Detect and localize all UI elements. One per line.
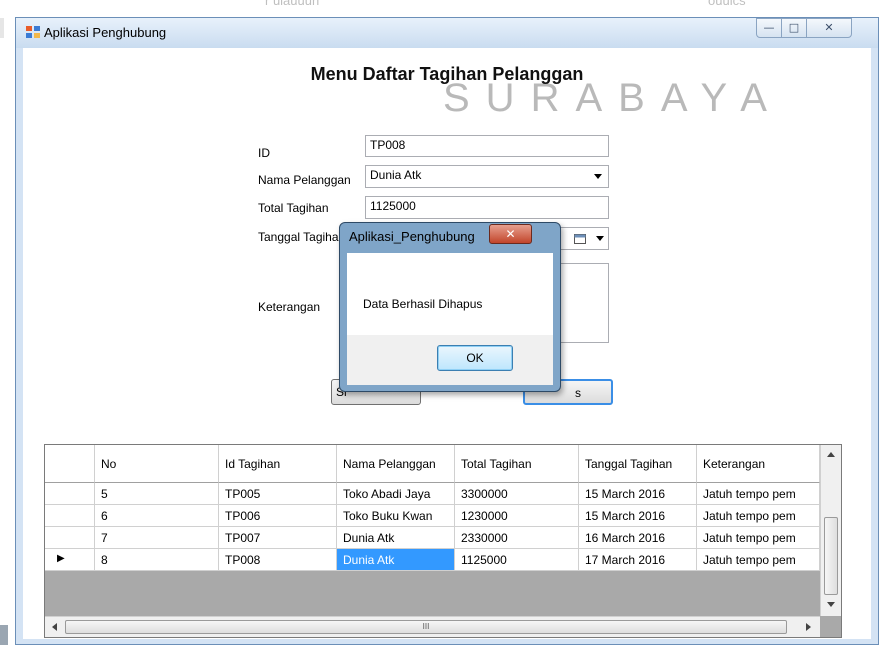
cell-id-tagihan[interactable]: TP005 xyxy=(219,483,337,505)
column-header-nama-pelanggan[interactable]: Nama Pelanggan xyxy=(337,445,455,483)
nama-pelanggan-value: Dunia Atk xyxy=(370,168,422,182)
chevron-down-icon[interactable] xyxy=(594,174,602,179)
cell-nama-pelanggan[interactable]: Toko Abadi Jaya xyxy=(337,483,455,505)
cell-keterangan[interactable]: Jatuh tempo pem xyxy=(697,549,820,571)
nama-pelanggan-combo[interactable]: Dunia Atk xyxy=(365,165,609,188)
close-button[interactable]: ✕ xyxy=(806,18,852,38)
scroll-up-icon[interactable] xyxy=(827,451,835,457)
cell-nama-pelanggan[interactable]: Dunia Atk xyxy=(337,527,455,549)
watermark-fragment-1: r ulauuun xyxy=(265,0,320,8)
cell-tanggal-tagihan[interactable]: 17 March 2016 xyxy=(579,549,697,571)
cell-total-tagihan[interactable]: 1125000 xyxy=(455,549,579,571)
cell-total-tagihan[interactable]: 1230000 xyxy=(455,505,579,527)
app-icon xyxy=(26,26,40,38)
dialog-footer: OK xyxy=(347,335,553,385)
cell-no[interactable]: 8 xyxy=(95,549,219,571)
watermark-fragment-2: ouuics xyxy=(708,0,746,8)
cell-tanggal-tagihan[interactable]: 15 March 2016 xyxy=(579,483,697,505)
id-label: ID xyxy=(258,146,270,160)
row-header-cell[interactable] xyxy=(45,505,95,527)
bottom-left-edge-fragment xyxy=(0,625,8,645)
total-tagihan-field[interactable]: 1125000 xyxy=(365,196,609,219)
dialog-body: Data Berhasil Dihapus xyxy=(347,253,553,335)
grid-row-header-corner xyxy=(45,445,95,483)
cell-keterangan[interactable]: Jatuh tempo pem xyxy=(697,505,820,527)
tanggal-tagihan-label: Tanggal Tagihan xyxy=(258,230,346,244)
cell-nama-pelanggan[interactable]: Toko Buku Kwan xyxy=(337,505,455,527)
minimize-button[interactable]: — xyxy=(756,18,782,38)
hapus-button-label: s xyxy=(575,386,581,400)
vertical-scrollbar[interactable] xyxy=(820,445,841,616)
keterangan-label: Keterangan xyxy=(258,300,321,314)
calendar-icon[interactable] xyxy=(574,233,586,244)
current-row-indicator-icon[interactable]: ▶ xyxy=(45,549,95,571)
cell-no[interactable]: 6 xyxy=(95,505,219,527)
left-edge-fragment xyxy=(0,18,4,38)
title-bar[interactable]: Aplikasi Penghubung — □ ✕ xyxy=(16,18,878,48)
dialog-message: Data Berhasil Dihapus xyxy=(363,297,483,311)
cell-keterangan[interactable]: Jatuh tempo pem xyxy=(697,483,820,505)
scroll-left-icon[interactable] xyxy=(51,623,57,631)
cell-nama-pelanggan-selected[interactable]: Dunia Atk xyxy=(337,549,455,571)
maximize-button[interactable]: □ xyxy=(781,18,807,38)
cell-no[interactable]: 7 xyxy=(95,527,219,549)
id-field[interactable]: TP008 xyxy=(365,135,609,157)
dialog-title: Aplikasi_Penghubung xyxy=(349,229,475,244)
column-header-total-tagihan[interactable]: Total Tagihan xyxy=(455,445,579,483)
scroll-right-icon[interactable] xyxy=(806,623,812,631)
form-title: Menu Daftar Tagihan Pelanggan xyxy=(310,64,584,84)
dialog-close-button[interactable]: ✕ xyxy=(489,224,532,244)
cell-no[interactable]: 5 xyxy=(95,483,219,505)
scroll-down-icon[interactable] xyxy=(827,602,835,608)
cell-id-tagihan[interactable]: TP007 xyxy=(219,527,337,549)
cell-tanggal-tagihan[interactable]: 16 March 2016 xyxy=(579,527,697,549)
column-header-id-tagihan[interactable]: Id Tagihan xyxy=(219,445,337,483)
column-header-no[interactable]: No xyxy=(95,445,219,483)
horizontal-scroll-thumb[interactable]: III xyxy=(65,620,787,634)
cell-id-tagihan[interactable]: TP008 xyxy=(219,549,337,571)
watermark-top-strip: r ulauuun ouuics xyxy=(0,0,879,18)
message-dialog: Aplikasi_Penghubung ✕ Data Berhasil Diha… xyxy=(339,222,561,392)
window-title: Aplikasi Penghubung xyxy=(44,25,167,40)
total-tagihan-label: Total Tagihan xyxy=(258,201,329,215)
vertical-scroll-thumb[interactable] xyxy=(824,517,838,595)
cell-tanggal-tagihan[interactable]: 15 March 2016 xyxy=(579,505,697,527)
cell-total-tagihan[interactable]: 2330000 xyxy=(455,527,579,549)
cell-keterangan[interactable]: Jatuh tempo pem xyxy=(697,527,820,549)
ok-button[interactable]: OK xyxy=(437,345,513,371)
tagihan-grid[interactable]: No Id Tagihan Nama Pelanggan Total Tagih… xyxy=(44,444,842,638)
cell-id-tagihan[interactable]: TP006 xyxy=(219,505,337,527)
chevron-down-icon[interactable] xyxy=(596,236,604,241)
row-header-cell[interactable] xyxy=(45,527,95,549)
cell-total-tagihan[interactable]: 3300000 xyxy=(455,483,579,505)
horizontal-scrollbar[interactable]: III xyxy=(45,616,820,637)
column-header-tanggal-tagihan[interactable]: Tanggal Tagihan xyxy=(579,445,697,483)
nama-pelanggan-label: Nama Pelanggan xyxy=(258,173,351,187)
column-header-keterangan[interactable]: Keterangan xyxy=(697,445,820,483)
row-header-cell[interactable] xyxy=(45,483,95,505)
